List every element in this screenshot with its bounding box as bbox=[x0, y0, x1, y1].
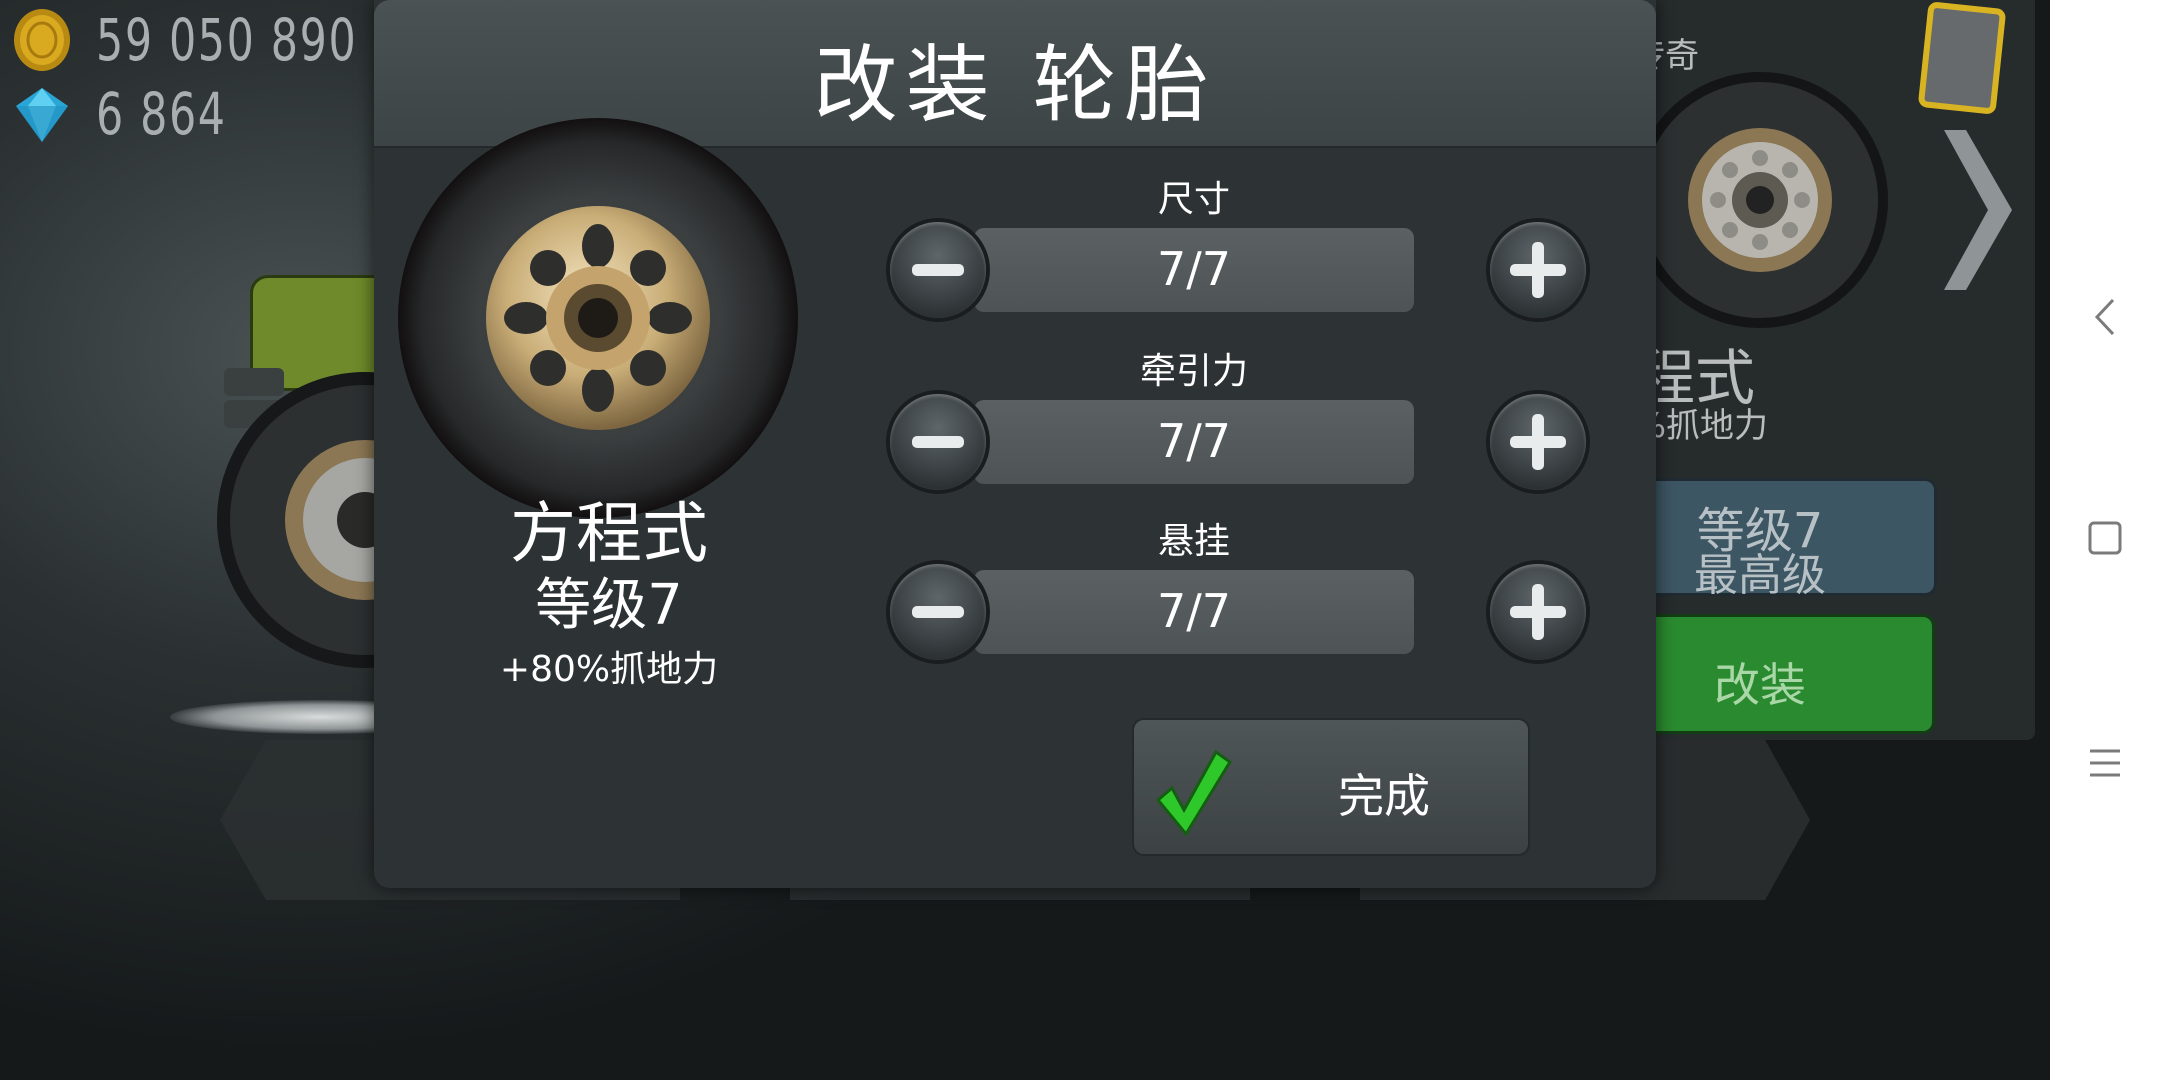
size-increase-button[interactable] bbox=[1490, 222, 1586, 318]
minus-icon bbox=[912, 606, 964, 618]
traction-increase-button[interactable] bbox=[1490, 394, 1586, 490]
back-icon bbox=[2094, 298, 2115, 336]
done-button[interactable]: 完成 bbox=[1132, 718, 1530, 856]
checkmark-icon bbox=[1155, 749, 1233, 837]
menu-icon bbox=[2090, 749, 2120, 777]
home-button[interactable] bbox=[2050, 483, 2160, 593]
card-icon[interactable] bbox=[1912, 0, 2012, 120]
stat-value-traction: 7/7 bbox=[1156, 414, 1232, 468]
traction-decrease-button[interactable] bbox=[890, 394, 986, 490]
stat-label-size: 尺寸 bbox=[1157, 179, 1230, 220]
stat-value-size: 7/7 bbox=[1156, 242, 1232, 296]
upgrade-button-label: 改装 bbox=[1714, 658, 1806, 712]
done-button-label: 完成 bbox=[1338, 769, 1430, 823]
coin-icon bbox=[14, 9, 70, 71]
suspension-increase-button[interactable] bbox=[1490, 564, 1586, 660]
diamond-icon bbox=[16, 88, 68, 142]
plus-icon bbox=[1510, 414, 1566, 470]
next-arrow-icon[interactable] bbox=[1938, 120, 2018, 300]
plus-icon bbox=[1510, 584, 1566, 640]
suspension-decrease-button[interactable] bbox=[890, 564, 986, 660]
menu-button[interactable] bbox=[2050, 708, 2160, 818]
coin-counter: 59 050 890 bbox=[12, 6, 415, 74]
stat-value-suspension: 7/7 bbox=[1156, 584, 1232, 638]
level-badge-line2: 最高级 bbox=[1694, 550, 1826, 601]
minus-icon bbox=[912, 436, 964, 448]
background-car bbox=[150, 260, 455, 680]
plus-icon bbox=[1510, 242, 1566, 298]
back-button[interactable] bbox=[2050, 262, 2160, 372]
panel-wheel-image bbox=[1632, 72, 1888, 328]
wheel-bonus: +80%抓地力 bbox=[499, 649, 719, 690]
game-screen: 59 050 890 6 864 传奇 方程式 +80%抓地力 等级7 最高级 … bbox=[0, 0, 2050, 1080]
system-navigation-bar bbox=[2050, 0, 2160, 1080]
stat-label-suspension: 悬挂 bbox=[1157, 521, 1230, 562]
stat-label-traction: 牵引力 bbox=[1139, 351, 1248, 392]
minus-icon bbox=[912, 264, 964, 276]
coin-count: 59 050 890 bbox=[96, 6, 358, 74]
tire-upgrade-dialog: 改装 轮胎 方程式 等级7 +80%抓地力 尺寸 7/7 牵引力 7/7 悬挂 … bbox=[374, 0, 1656, 888]
home-icon bbox=[2088, 521, 2122, 555]
size-decrease-button[interactable] bbox=[890, 222, 986, 318]
wheel-level: 等级7 bbox=[535, 573, 683, 638]
level-badge: 等级7 最高级 bbox=[1640, 478, 1937, 601]
gem-count: 6 864 bbox=[96, 80, 227, 148]
upgrade-button[interactable]: 改装 bbox=[1640, 614, 1935, 734]
gem-counter: 6 864 bbox=[12, 80, 255, 148]
wheel-preview-image bbox=[398, 118, 798, 518]
